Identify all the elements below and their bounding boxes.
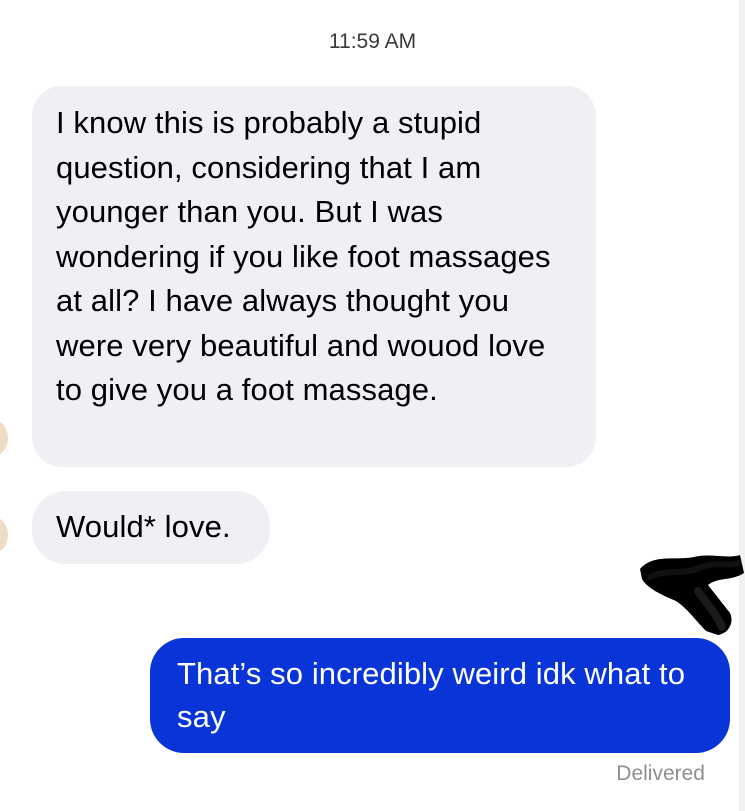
outgoing-message-bubble[interactable]: That’s so incredibly weird idk what to s… — [150, 638, 730, 753]
message-thread[interactable]: 11:59 AM I know this is probably a stupi… — [0, 0, 745, 811]
scroll-edge — [739, 0, 745, 811]
contact-avatar[interactable] — [0, 420, 8, 456]
delivery-status: Delivered — [616, 762, 705, 785]
message-timestamp: 11:59 AM — [328, 30, 417, 53]
incoming-message-bubble[interactable]: Would* love. — [32, 491, 270, 564]
redaction-scribble — [640, 555, 744, 635]
incoming-message-bubble[interactable]: I know this is probably a stupid questio… — [32, 86, 596, 467]
contact-avatar[interactable] — [0, 517, 8, 553]
